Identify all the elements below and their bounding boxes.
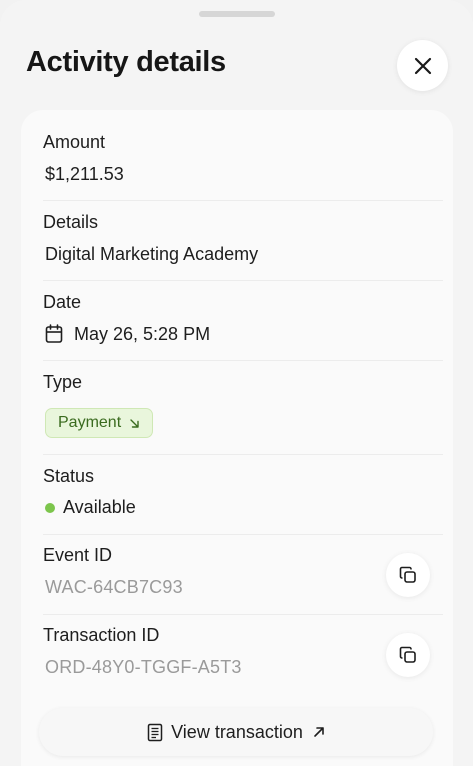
status-value: Available <box>63 497 136 517</box>
type-badge-label: Payment <box>58 414 122 431</box>
copy-event-id-button[interactable] <box>386 553 430 597</box>
divider <box>43 454 443 455</box>
copy-transaction-id-button[interactable] <box>386 633 430 677</box>
date-value: May 26, 5:28 PM <box>74 324 211 344</box>
close-icon <box>414 57 432 75</box>
amount-label: Amount <box>43 132 106 152</box>
status-dot <box>45 503 55 513</box>
divider <box>43 614 443 615</box>
transaction-id-label: Transaction ID <box>43 625 160 645</box>
view-transaction-label: View transaction <box>171 721 303 742</box>
details-card: Amount $1,211.53 Details Digital Marketi… <box>21 110 453 766</box>
page-title: Activity details <box>26 46 226 78</box>
receipt-icon <box>147 723 163 742</box>
divider <box>43 200 443 201</box>
amount-value: $1,211.53 <box>45 164 124 184</box>
divider <box>43 280 443 281</box>
event-id-value: WAC-64CB7C93 <box>45 577 183 597</box>
arrow-up-right-icon <box>313 726 325 738</box>
activity-details-sheet: Activity details Amount $1,211.53 Detail… <box>0 0 473 766</box>
divider <box>43 534 443 535</box>
date-label: Date <box>43 292 82 312</box>
transaction-id-value: ORD-48Y0-TGGF-A5T3 <box>45 657 242 677</box>
type-badge: Payment <box>45 408 154 438</box>
details-label: Details <box>43 212 99 232</box>
copy-icon <box>398 565 418 585</box>
event-id-label: Event ID <box>43 545 113 565</box>
details-value: Digital Marketing Academy <box>45 244 259 264</box>
copy-icon <box>398 645 418 665</box>
divider <box>43 360 443 361</box>
view-transaction-button[interactable]: View transaction <box>39 708 433 756</box>
calendar-icon <box>45 324 63 349</box>
status-label: Status <box>43 466 95 486</box>
arrow-down-right-icon <box>129 418 140 429</box>
sheet-grabber[interactable] <box>199 11 275 17</box>
close-button[interactable] <box>397 40 448 91</box>
type-label: Type <box>43 372 83 392</box>
